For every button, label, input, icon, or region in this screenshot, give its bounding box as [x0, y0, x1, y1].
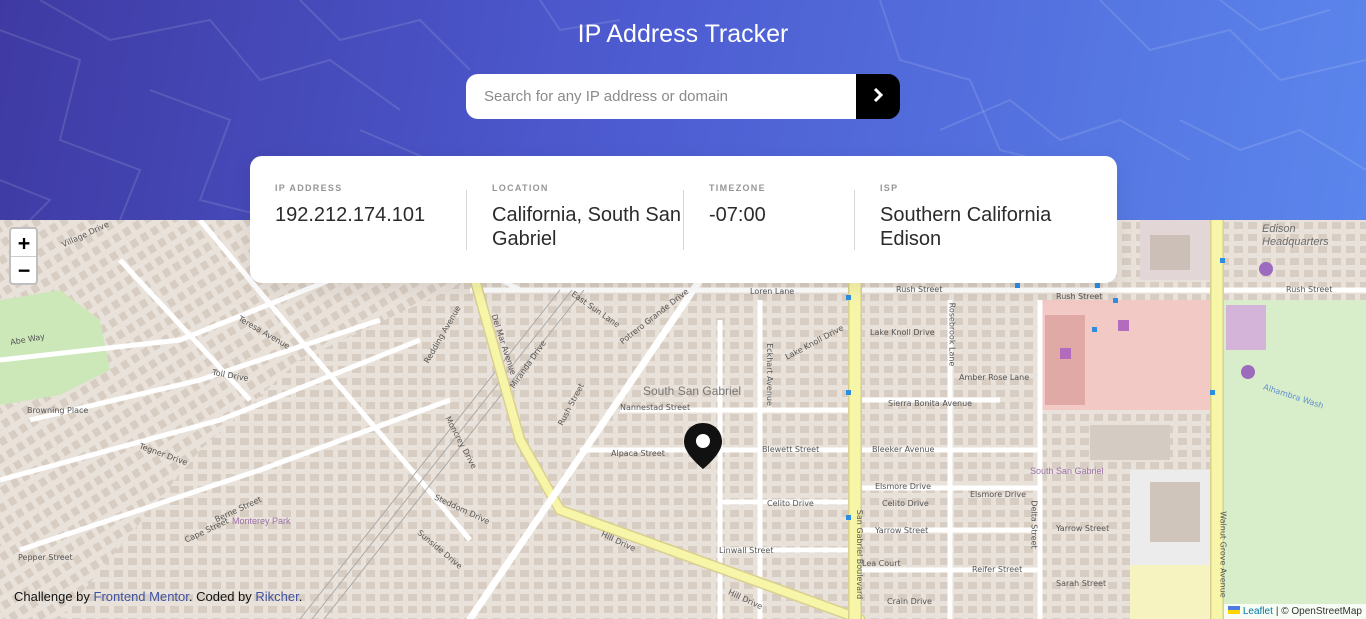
zoom-in-button[interactable]: + [11, 229, 36, 256]
street-label: Rosebrook Lane [947, 302, 957, 367]
street-label: Lea Court [862, 559, 901, 568]
attribution-text: Challenge by [14, 589, 94, 604]
street-label: Delta Street [1029, 500, 1039, 549]
ip-address-label: IP ADDRESS [275, 183, 343, 193]
street-label: Elsmore Drive [875, 482, 932, 491]
search-input[interactable] [466, 74, 856, 119]
street-label: Sierra Bonita Avenue [888, 399, 973, 408]
search-form [466, 74, 900, 119]
timezone-label: TIMEZONE [709, 183, 766, 193]
street-label: Celito Drive [767, 499, 814, 508]
street-label: Walnut Grove Avenue [1218, 511, 1228, 598]
isp-value: Southern California Edison [880, 204, 1052, 250]
map-attribution: Leaflet | © OpenStreetMap [1223, 604, 1366, 619]
ip-address-cell: IP ADDRESS 192.212.174.101 [275, 183, 492, 283]
divider [466, 190, 467, 250]
street-label: Amber Rose Lane [959, 373, 1030, 382]
zoom-out-button[interactable]: − [11, 256, 36, 283]
street-label: Blewett Street [762, 445, 820, 454]
street-label: Reifer Street [972, 565, 1023, 574]
osm-attribution: | © OpenStreetMap [1275, 606, 1362, 617]
street-label: Browning Place [27, 406, 89, 415]
street-label: Lake Knoll Drive [870, 328, 935, 337]
street-label: Pepper Street [18, 553, 73, 562]
street-label: Elsmore Drive [970, 490, 1027, 499]
street-label: Alpaca Street [611, 449, 665, 458]
divider [683, 190, 684, 250]
street-label: Bleeker Avenue [872, 445, 935, 454]
attribution-text: . [298, 589, 303, 604]
street-label: Yarrow Street [875, 526, 929, 535]
isp-label: ISP [880, 183, 899, 193]
leaflet-link[interactable]: Leaflet [1243, 606, 1273, 617]
zoom-control: + − [9, 227, 38, 285]
author-link[interactable]: Rikcher [255, 589, 298, 604]
street-label: Sarah Street [1056, 579, 1107, 588]
area-label-edison-hq: Edison Headquarters [1262, 223, 1329, 248]
page-title: IP Address Tracker [577, 20, 789, 48]
street-label: Celito Drive [882, 499, 929, 508]
divider [854, 190, 855, 250]
street-label: Rush Street [1056, 292, 1103, 301]
area-label-monterey-park: Monterey Park [232, 516, 291, 526]
search-submit-button[interactable] [856, 74, 900, 119]
location-label: LOCATION [492, 183, 549, 193]
street-label: Nannestad Street [620, 403, 691, 412]
ip-address-value: 192.212.174.101 [275, 204, 426, 226]
street-label: Rush Street [1286, 285, 1333, 294]
timezone-value: -07:00 [709, 204, 766, 226]
attribution-text: . Coded by [188, 589, 256, 604]
chevron-right-icon [873, 87, 884, 105]
location-value: California, South San Gabriel [492, 204, 682, 250]
area-label-south-san-gabriel-small: South San Gabriel [1030, 466, 1104, 476]
area-label-south-san-gabriel: South San Gabriel [643, 384, 742, 398]
challenge-attribution: Challenge by Frontend Mentor. Coded by R… [14, 589, 302, 604]
frontend-mentor-link[interactable]: Frontend Mentor [94, 589, 189, 604]
location-cell: LOCATION California, South San Gabriel [492, 183, 709, 283]
street-label: Linwall Street [719, 546, 774, 555]
street-label: Eckhart Avenue [764, 343, 774, 406]
ukraine-flag-icon [1227, 606, 1240, 617]
isp-cell: ISP Southern California Edison [880, 183, 1080, 283]
ip-info-card: IP ADDRESS 192.212.174.101 LOCATION Cali… [250, 156, 1117, 283]
street-label: San Gabriel Boulevard [855, 509, 865, 600]
street-label: Rush Street [896, 285, 943, 294]
location-marker-icon[interactable] [683, 421, 723, 471]
street-label: Loren Lane [750, 287, 795, 296]
street-label: Crain Drive [887, 597, 932, 606]
street-label: Yarrow Street [1056, 524, 1110, 533]
